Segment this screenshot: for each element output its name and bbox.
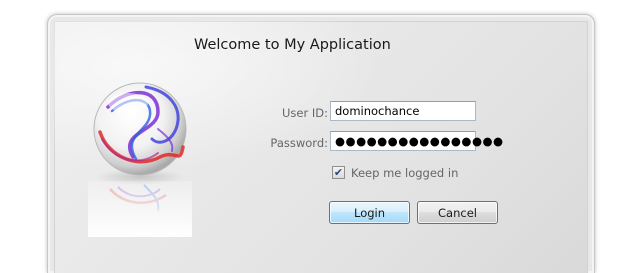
keep-logged-in-label[interactable]: Keep me logged in — [351, 166, 458, 180]
password-label: Password: — [270, 136, 328, 150]
login-dialog: Welcome to My Application User ID: domin… — [47, 14, 595, 273]
user-id-input[interactable] — [330, 101, 476, 121]
swirl-orb-logo-icon — [88, 82, 192, 237]
user-id-label: User ID: — [282, 106, 328, 120]
dialog-title: Welcome to My Application — [194, 37, 391, 53]
password-input[interactable]: ●●●●●●●●●●●●●●●● — [330, 131, 503, 151]
login-button[interactable]: Login — [329, 201, 410, 224]
checkmark-icon: ✔ — [333, 166, 344, 179]
cancel-button[interactable]: Cancel — [417, 201, 498, 224]
keep-logged-in-checkbox[interactable]: ✔ — [332, 166, 345, 179]
